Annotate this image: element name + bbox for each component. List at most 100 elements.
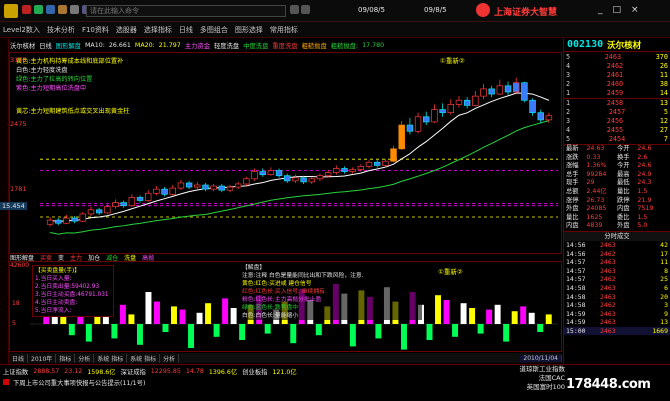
menu-multi-chart[interactable]: 多图组合 [200, 25, 228, 35]
index-name-3[interactable]: 创业板指 [242, 367, 267, 376]
print-icon[interactable] [70, 5, 79, 14]
candle-body [488, 88, 495, 95]
ticks-title: 分时成交 [564, 231, 670, 241]
refresh-icon[interactable] [58, 5, 67, 14]
ticks-list[interactable]: 14:56 2463 42 14:56 2462 17 14:57 2463 11 14:57 24… [564, 241, 670, 336]
menu-common-indicator[interactable]: 常用指标 [270, 25, 298, 35]
bottom-ticker: 上证指数 2888.57 23.12 1598.6亿 深证成指 12295.85… [0, 364, 670, 401]
candle-body [496, 85, 504, 95]
candle-body [333, 168, 340, 173]
close-button[interactable]: × [631, 5, 639, 15]
candle-body [234, 183, 242, 188]
stats-row: 外盘 24085 内盘 7519 [564, 205, 670, 214]
candle-body [398, 124, 405, 150]
minimize-button[interactable]: _ [598, 5, 603, 15]
back-icon[interactable] [22, 5, 31, 14]
stats-value-2: 24.9 [637, 170, 652, 178]
index-name-2[interactable]: 深证成指 [121, 367, 146, 376]
candle-body [251, 171, 258, 180]
home-icon[interactable] [46, 5, 55, 14]
stats-value-2: 1.5 [637, 213, 648, 221]
tick-price: 2463 [600, 240, 616, 249]
bottom-tab-daily[interactable]: 日线 [9, 353, 29, 363]
indicator-bar [145, 292, 152, 324]
bottom-tab-analysis[interactable]: 分析 [75, 353, 95, 363]
stats-value-2: 24.6 [637, 145, 652, 152]
left-side-tabs[interactable] [0, 38, 9, 364]
indicator-bar [443, 300, 450, 324]
sub-y-label-1: 42600 [10, 262, 30, 269]
tick-price: 2463 [600, 266, 616, 275]
tick-time: 14:56 [566, 249, 586, 258]
menu-tech-analysis[interactable]: 技术分析 [47, 25, 75, 35]
stats-key-2: 换手 [616, 153, 630, 161]
bottom-tab-indicator[interactable]: 指标 [56, 353, 76, 363]
stats-value: 0.33 [586, 153, 601, 161]
quote-header: 002130 沃尔核材 [564, 38, 670, 52]
world-index-cac[interactable]: 法国CAC [490, 374, 565, 383]
world-index-dji[interactable]: 道琼斯工业指数 [490, 365, 566, 374]
maximize-button[interactable]: □ [613, 5, 622, 15]
subchart-tabs: 图形解盘 买卖 变 主力 加仓 减仓 洗盘 高抛 [10, 254, 154, 262]
index-amount-1: 1598.6亿 [87, 368, 116, 376]
candle-body [120, 202, 127, 207]
indicator-bar [171, 306, 177, 324]
chart-top-tag: ①重新② [440, 57, 465, 65]
bottom-date: 2010/11/04 [520, 354, 562, 362]
index-change-1: 23.12 [64, 367, 83, 375]
bottom-tab-system-1[interactable]: 系统 指标 [94, 353, 128, 363]
main-chart[interactable]: 黄色:主力机构持筹成本线和底部位置补 白色:主力轻度洗盘 绿色:主力了拉高的转向… [9, 52, 562, 254]
index-name-1[interactable]: 上证指数 [3, 367, 28, 376]
candle-body [87, 209, 95, 215]
tick-time: 14:58 [566, 301, 586, 310]
indicator-subchart[interactable]: 【买卖盘量(手)】 1.当日买入量: 2.当日卖出量:59402.93 3.当日… [9, 261, 562, 352]
legend-line-3: 绿色:主力了拉高的转向位置 [16, 76, 93, 83]
tick-row: 15:00 2463 1669 [564, 326, 670, 336]
chart-period[interactable]: 日线 [39, 41, 52, 50]
tick-row: 14:58 2463 20 [564, 293, 670, 302]
candle-body [202, 184, 209, 190]
chart-indicator-name[interactable]: 图形解盘 [56, 41, 81, 50]
command-input[interactable] [86, 5, 286, 17]
world-index-ftse[interactable]: 英国富时100 [490, 383, 565, 392]
candle-body [145, 192, 152, 201]
buysell-line-1: 1.当日买入量: [35, 276, 72, 282]
stats-value-2: 7519 [637, 205, 654, 213]
bid-row: 1 2458 13 [566, 99, 668, 107]
menu-indicator[interactable]: 选择指标 [144, 25, 172, 35]
menu-stock-picker[interactable]: 选股器 [116, 25, 137, 35]
news-headline[interactable]: 下周上市公司重大事项快报与公告提示(11/1号) [13, 378, 145, 387]
indicator-bar [375, 324, 382, 339]
stats-key: 涨幅 [566, 162, 579, 170]
indicator-bar [136, 324, 143, 345]
tick-row: 14:59 2463 13 [564, 318, 670, 327]
menu-chart-select[interactable]: 图形选择 [235, 25, 263, 35]
window-icon[interactable] [301, 5, 310, 14]
candle-body [365, 161, 373, 167]
sub-y-label-2: 18 [12, 300, 20, 307]
bottom-tab-system-2[interactable]: 系统 指标 [127, 353, 161, 363]
rough-sell-value: 17.780 [362, 42, 385, 49]
sub-y-label-3: 5 [12, 320, 16, 327]
stats-key: 内盘 [566, 222, 579, 230]
candle-body [447, 104, 454, 114]
menu-daily[interactable]: 日线 [179, 25, 193, 35]
quote-panel: 002130 沃尔核材 5 2463 370 4 2462 26 3 2461 11 2 24… [563, 38, 670, 364]
candle-body [104, 206, 111, 214]
ask-row: 3 2461 11 [566, 71, 668, 79]
forward-icon[interactable] [34, 5, 43, 14]
menu-level2[interactable]: Level2数入 [3, 25, 40, 35]
magnify-icon[interactable] [290, 5, 299, 14]
candle-body [316, 175, 324, 180]
bottom-tab-analysis-2[interactable]: 分析 [160, 353, 180, 363]
indicator-bar [153, 301, 160, 324]
buysell-line-3: 3.当日主动买盘:46791.031 [35, 292, 109, 298]
tick-volume: 20 [660, 292, 668, 301]
indicator-bar [426, 324, 433, 340]
bottom-tabs: 日线 2010年 指标 分析 系统 指标 系统 指标 分析 2010/11/04 [9, 353, 562, 363]
stats-row: 最新 24.63 今开 24.6 [564, 145, 670, 154]
menu-f10[interactable]: F10资料 [82, 25, 109, 35]
bottom-tab-year[interactable]: 2010年 [28, 353, 57, 363]
legend-light-wash: 轻度洗盘 [214, 43, 240, 50]
ma20-label: MA20: [134, 42, 155, 49]
